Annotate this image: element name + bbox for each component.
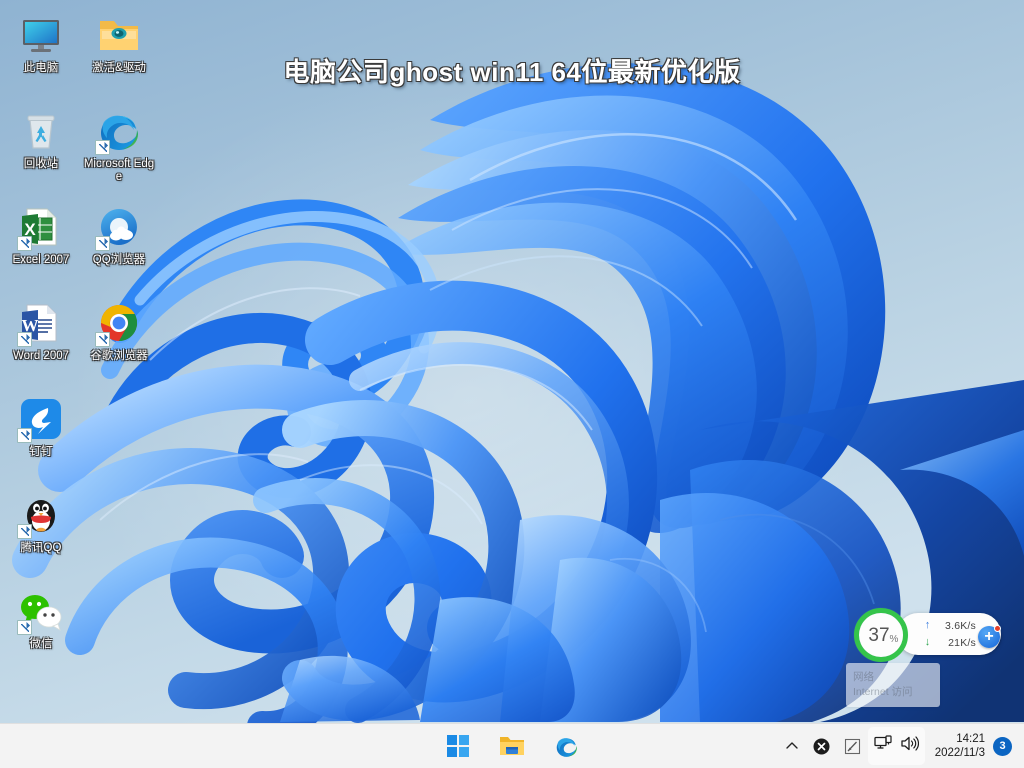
- start-button[interactable]: [438, 727, 478, 765]
- edge-icon: [95, 108, 142, 155]
- speaker-icon[interactable]: [900, 735, 919, 757]
- shortcut-overlay-icon: [95, 332, 110, 347]
- shortcut-overlay-icon: [17, 620, 32, 635]
- desktop-icon-label: 回收站: [23, 158, 59, 170]
- plus-icon: +: [984, 628, 994, 645]
- widget-add-button[interactable]: +: [978, 625, 1001, 648]
- tooltip-line-1: 网络: [853, 671, 874, 683]
- system-tray: 14:21 2022/11/3 3: [778, 724, 1018, 768]
- download-speed-row: ↓ 21K/s: [923, 635, 976, 651]
- chevron-up-icon: [785, 742, 798, 749]
- desktop-icon-chrome[interactable]: 谷歌浏览器: [80, 294, 158, 390]
- desktop-icon-label: 腾讯QQ: [20, 542, 62, 554]
- desktop-icon-label: 谷歌浏览器: [90, 350, 148, 362]
- upload-speed-value: 3.6K/s: [945, 619, 976, 632]
- upload-speed-row: ↑ 3.6K/s: [923, 618, 976, 634]
- memory-percent-value: 37: [868, 625, 889, 646]
- folder-icon: [96, 12, 142, 58]
- desktop-icon-wechat[interactable]: 微信: [2, 582, 80, 678]
- memory-percent-sign: %: [890, 634, 899, 645]
- desktop-icon-recycle-bin[interactable]: 回收站: [2, 102, 80, 198]
- wechat-icon: [17, 588, 64, 635]
- windows-logo-icon: [447, 735, 469, 757]
- pen-checkbox-icon: [844, 738, 860, 754]
- desktop-icon-label: 此电脑: [23, 62, 59, 74]
- desktop-icon-column-left: 此电脑 回收站 X Excel 2007 W Word 2007 钉钉 腾讯QQ…: [2, 6, 80, 678]
- tray-pen-button[interactable]: [837, 727, 868, 765]
- shortcut-overlay-icon: [17, 236, 32, 251]
- desktop-icon-dingtalk[interactable]: 钉钉: [2, 390, 80, 486]
- tray-security-button[interactable]: [806, 727, 837, 765]
- shortcut-overlay-icon: [95, 236, 110, 251]
- notification-count-badge[interactable]: 3: [993, 736, 1012, 756]
- tray-quick-settings-group[interactable]: [867, 727, 925, 765]
- upload-arrow-icon: ↑: [924, 619, 931, 631]
- desktop-icon-this-pc[interactable]: 此电脑: [2, 6, 80, 102]
- excel-icon: X: [17, 204, 64, 251]
- desktop-icon-label: Word 2007: [12, 350, 70, 362]
- dingtalk-icon: [17, 396, 64, 443]
- folder-explorer-icon: [500, 737, 524, 755]
- desktop-icon-label: QQ浏览器: [92, 254, 146, 266]
- file-explorer-button[interactable]: [492, 727, 532, 765]
- network-status-tooltip: 网络 Internet 访问: [846, 663, 940, 707]
- chrome-icon: [95, 300, 142, 347]
- taskbar: 14:21 2022/11/3 3: [0, 723, 1024, 768]
- download-speed-value: 21K/s: [948, 636, 976, 649]
- desktop-icon-microsoft-edge[interactable]: Microsoft Edge: [80, 102, 158, 198]
- tray-date: 2022/11/3: [934, 747, 985, 759]
- recycle-bin-icon: [18, 108, 64, 154]
- edge-icon: [556, 737, 577, 757]
- system-monitor-float-widget[interactable]: ↑ 3.6K/s ↓ 21K/s + 37 %: [851, 606, 1001, 664]
- word-icon: W: [17, 300, 64, 347]
- qq-browser-icon: [95, 204, 142, 251]
- desktop-icon-qq-browser[interactable]: QQ浏览器: [80, 198, 158, 294]
- this-pc-monitor-icon: [18, 12, 64, 58]
- desktop-icon-label: 微信: [29, 638, 53, 650]
- clock-and-date[interactable]: 14:21 2022/11/3: [925, 732, 993, 760]
- desktop-icon-label: Microsoft Edge: [83, 158, 155, 183]
- memory-usage-gauge[interactable]: 37 %: [851, 606, 919, 664]
- shortcut-overlay-icon: [17, 428, 32, 443]
- notification-dot-badge: [994, 625, 1001, 632]
- desktop-icon-excel-2007[interactable]: X Excel 2007: [2, 198, 80, 294]
- edge-taskbar-button[interactable]: [546, 727, 586, 765]
- desktop-icon-tencent-qq[interactable]: 腾讯QQ: [2, 486, 80, 582]
- shortcut-overlay-icon: [95, 140, 110, 155]
- close-circle-icon: [813, 738, 830, 754]
- tray-overflow-button[interactable]: [778, 727, 806, 765]
- tray-time: 14:21: [956, 733, 985, 745]
- shortcut-overlay-icon: [17, 332, 32, 347]
- desktop-screen: 电脑公司ghost win11 64位最新优化版 此电脑 回收站 X Excel…: [0, 0, 1024, 768]
- desktop-icon-word-2007[interactable]: W Word 2007: [2, 294, 80, 390]
- desktop-icon-column-right: 激活&驱动 Microsoft Edge QQ浏览器 谷歌浏览器: [80, 6, 158, 390]
- desktop-icon-label: 激活&驱动: [92, 62, 146, 74]
- desktop-icon-activation-drivers[interactable]: 激活&驱动: [80, 6, 158, 102]
- desktop-icon-label: Excel 2007: [12, 254, 70, 266]
- download-arrow-icon: ↓: [924, 636, 931, 648]
- qq-penguin-icon: [17, 492, 64, 539]
- tooltip-line-2: Internet 访问: [853, 686, 913, 698]
- speed-rows: ↑ 3.6K/s ↓ 21K/s: [923, 618, 976, 651]
- network-monitor-icon[interactable]: [874, 735, 893, 757]
- shortcut-overlay-icon: [17, 524, 32, 539]
- desktop-icon-label: 钉钉: [29, 446, 53, 458]
